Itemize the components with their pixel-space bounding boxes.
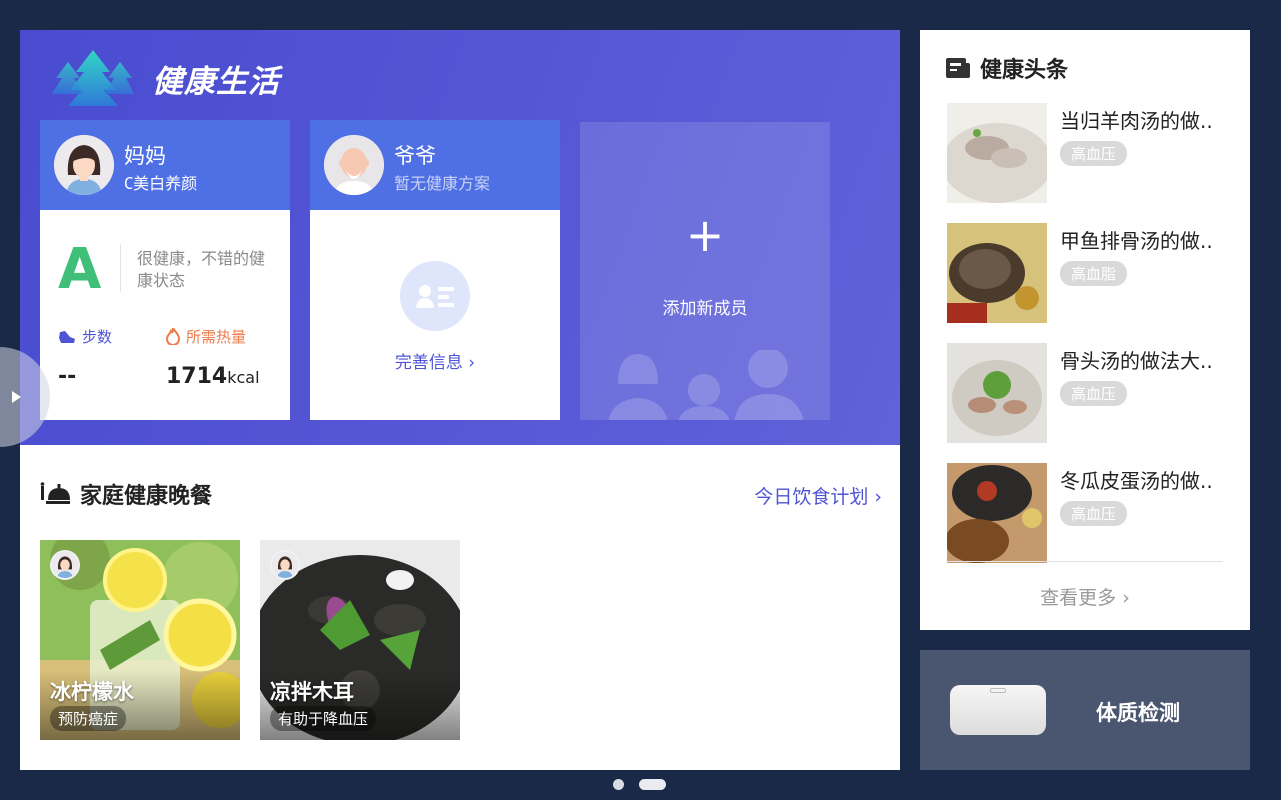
member-card-mom[interactable]: 妈妈 𐐕美白养颜 A 很健康，不错的健康状态 步数 所需热量 -- 1714kc…: [40, 120, 290, 420]
divider: [120, 244, 121, 292]
news-item-tag: 高血压: [1060, 381, 1128, 406]
scale-display: [990, 688, 1006, 693]
meal-name: 凉拌木耳: [270, 680, 354, 704]
member-card-header: 爷爷 暂无健康方案: [310, 120, 560, 210]
member-card-grandpa[interactable]: 爷爷 暂无健康方案 完善信息 ›: [310, 120, 560, 420]
news-thumbnail: [947, 103, 1047, 203]
meal-card-black-fungus[interactable]: 凉拌木耳 有助于降血压: [260, 540, 460, 740]
avatar: [54, 135, 114, 195]
body-check-card[interactable]: 体质检测: [920, 650, 1250, 770]
meal-tag: 预防癌症: [50, 706, 127, 731]
news-item-tag: 高血脂: [1060, 261, 1128, 286]
shoe-icon: [59, 330, 75, 343]
main-panel: 健康生活 妈妈 𐐕美白养颜 A 很健康，不错的健康状态 步数 所需热量 -- 1…: [20, 30, 900, 770]
flame-icon: [166, 328, 180, 345]
family-silhouette-icon: [608, 350, 804, 420]
news-item-tag: 高血压: [1060, 141, 1128, 166]
news-item-title: 骨头汤的做法大..: [1060, 349, 1213, 373]
member-plan: 𐐕美白养颜: [124, 174, 198, 193]
news-item[interactable]: 冬瓜皮蛋汤的做.. 高血压: [947, 463, 1227, 563]
calories-value: 1714kcal: [166, 364, 260, 389]
meal-card-lemon-water[interactable]: 冰柠檬水 预防癌症: [40, 540, 240, 740]
calories-label: 所需热量: [166, 326, 246, 347]
chevron-right-icon: ›: [1116, 587, 1130, 609]
member-name: 妈妈: [124, 144, 166, 168]
news-item-tag: 高血压: [1060, 501, 1128, 526]
health-grade: A: [58, 237, 102, 302]
news-item-title: 冬瓜皮蛋汤的做..: [1060, 469, 1213, 493]
see-more-link[interactable]: 查看更多 ›: [920, 583, 1250, 610]
meal-name: 冰柠檬水: [50, 680, 134, 704]
divider: [947, 561, 1223, 562]
health-news-panel: 健康头条 当归羊肉汤的做.. 高血压 甲鱼排骨汤的做.. 高血脂 骨头汤的做法大…: [920, 30, 1250, 630]
body-check-label: 体质检测: [1096, 701, 1180, 725]
newspaper-icon: [946, 58, 970, 78]
add-member-label: 添加新成员: [662, 299, 748, 319]
avatar: [270, 550, 300, 580]
health-grade-description: 很健康，不错的健康状态: [137, 249, 266, 290]
news-thumbnail: [947, 343, 1047, 443]
butterfly-icon: 𐐕: [124, 174, 134, 193]
news-item[interactable]: 甲鱼排骨汤的做.. 高血脂: [947, 223, 1227, 323]
news-item[interactable]: 骨头汤的做法大.. 高血压: [947, 343, 1227, 443]
avatar: [324, 135, 384, 195]
news-title: 健康头条: [946, 52, 1068, 84]
member-plan: 暂无健康方案: [394, 174, 491, 193]
page-indicator-2-active[interactable]: [639, 779, 666, 790]
meal-tag: 有助于降血压: [270, 706, 377, 731]
page-indicator-1[interactable]: [613, 779, 624, 790]
steps-label: 步数: [58, 326, 112, 347]
complete-info-link[interactable]: 完善信息 ›: [310, 348, 560, 373]
avatar: [50, 550, 80, 580]
member-name: 爷爷: [394, 144, 436, 168]
scale-icon: [950, 685, 1046, 735]
news-thumbnail: [947, 223, 1047, 323]
brand-title: 健康生活: [152, 64, 280, 100]
play-arrow-icon[interactable]: [12, 391, 21, 403]
news-item[interactable]: 当归羊肉汤的做.. 高血压: [947, 103, 1227, 203]
news-thumbnail: [947, 463, 1047, 563]
chevron-right-icon: ›: [462, 353, 476, 373]
profile-card-icon: [400, 261, 470, 331]
chevron-right-icon: ›: [868, 486, 882, 508]
add-member-card[interactable]: + 添加新成员: [580, 122, 830, 420]
plus-icon: +: [685, 208, 725, 262]
member-card-header: 妈妈 𐐕美白养颜: [40, 120, 290, 210]
news-item-title: 当归羊肉汤的做..: [1060, 109, 1213, 133]
tree-logo: [52, 50, 134, 106]
dinner-section-title: 家庭健康晚餐: [40, 478, 212, 510]
news-item-title: 甲鱼排骨汤的做..: [1060, 229, 1213, 253]
diet-plan-link[interactable]: 今日饮食计划 ›: [754, 482, 882, 509]
cloche-icon: [40, 482, 70, 504]
steps-value: --: [58, 364, 77, 389]
hero-banner: 健康生活 妈妈 𐐕美白养颜 A 很健康，不错的健康状态 步数 所需热量 -- 1…: [20, 30, 900, 445]
